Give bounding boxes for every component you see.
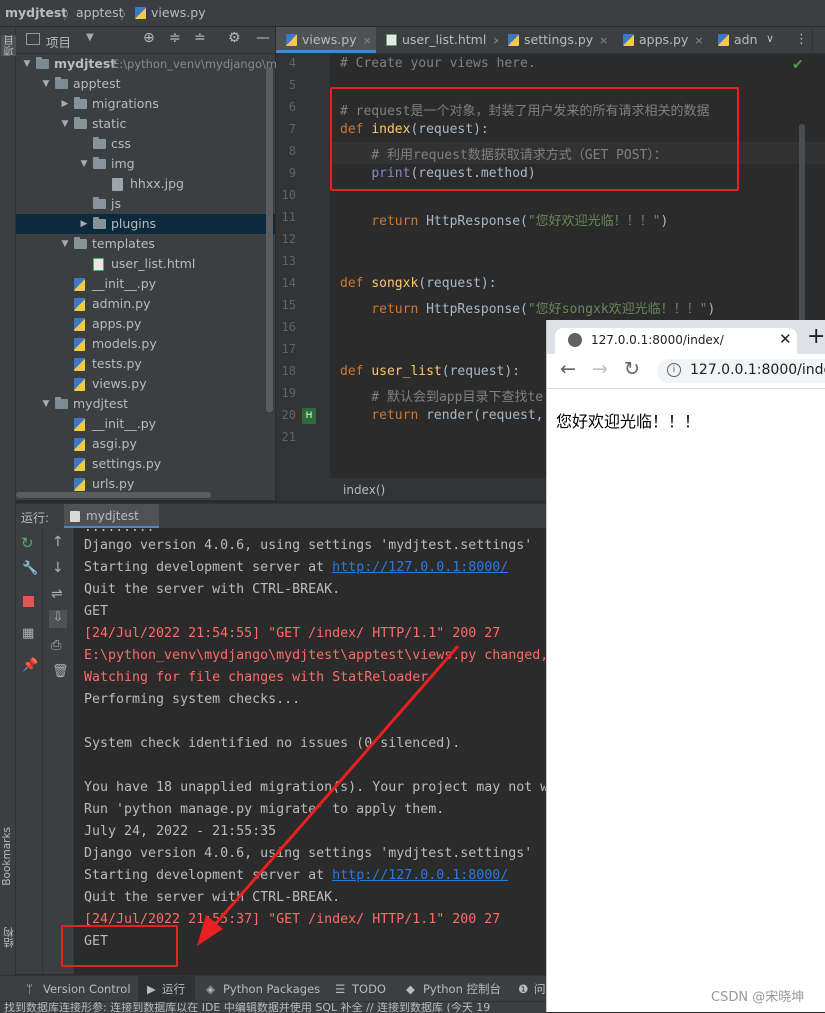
annotation-arrow xyxy=(197,645,460,946)
